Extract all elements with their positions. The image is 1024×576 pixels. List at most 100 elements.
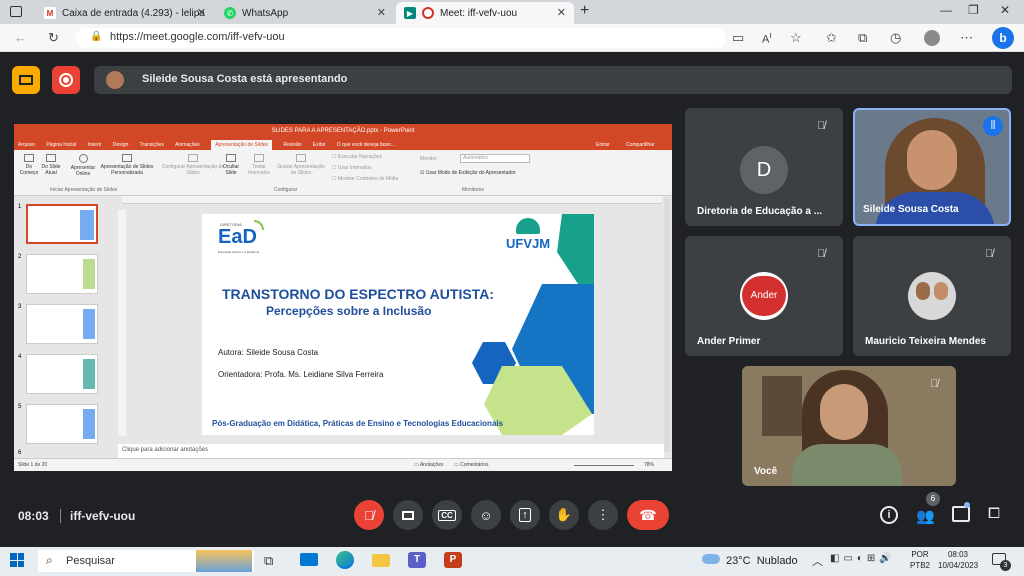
menu-apresentacao[interactable]: Apresentação de Slides: [211, 140, 273, 150]
taskbar-search[interactable]: ⌕ Pesquisar: [38, 550, 254, 572]
rehearse-button[interactable]: Testar Intervalos: [246, 154, 272, 176]
start-icon[interactable]: [10, 553, 24, 567]
url-field[interactable]: 🔒 https://meet.google.com/iff-vefv-uou: [76, 28, 726, 48]
participant-tile-active[interactable]: ⫼ Sileide Sousa Costa: [853, 108, 1011, 226]
menu-transicoes[interactable]: Transições: [140, 142, 164, 148]
reactions-button[interactable]: ☺: [471, 500, 501, 530]
from-current-button[interactable]: Do Slide Atual: [40, 154, 62, 176]
close-icon[interactable]: ✕: [377, 6, 386, 19]
setup-icon: [188, 154, 198, 162]
menu-inserir[interactable]: Inserir: [87, 142, 101, 148]
language-indicator[interactable]: POR PTB2: [910, 549, 930, 571]
notes-pane[interactable]: Clique para adicionar anotações: [118, 444, 664, 458]
bing-icon[interactable]: b: [992, 27, 1014, 49]
menu-design[interactable]: Design: [113, 142, 129, 148]
window-close-icon[interactable]: ✕: [1000, 3, 1010, 17]
minimize-icon[interactable]: —: [940, 3, 952, 17]
tab-meet[interactable]: ▶ Meet: iff-vefv-uou ✕: [396, 2, 574, 24]
slide-thumbnail[interactable]: [26, 204, 98, 244]
show-media-checkbox[interactable]: ☐ Mostrar Controles de Mídia: [332, 176, 398, 182]
profile-avatar[interactable]: [924, 30, 940, 46]
monitor-select[interactable]: Automático: [460, 154, 530, 163]
record-button[interactable]: Gravar Apresentação de Slides: [274, 154, 328, 176]
tray-icons[interactable]: ◧▭◐⊞🔊: [830, 553, 896, 564]
tab-gmail[interactable]: M Caixa de entrada (4.293) - lelipa ✕: [36, 2, 214, 24]
zoom-slider[interactable]: [574, 465, 634, 466]
task-view-icon[interactable]: ⧉: [264, 553, 273, 569]
tray-chevron-icon[interactable]: ︿: [812, 553, 823, 569]
play-narrations-checkbox[interactable]: ☐ Executar Narrações: [332, 154, 382, 160]
tab-actions-icon[interactable]: [10, 6, 22, 17]
participant-tile[interactable]: 🎙̸ Ander Ander Primer: [685, 236, 843, 356]
menu-exibir[interactable]: Exibir: [313, 142, 326, 148]
mic-button[interactable]: 🎙̸: [354, 500, 384, 530]
activities-icon[interactable]: ⧠: [988, 505, 1000, 522]
more-options-button[interactable]: ⋮: [588, 500, 618, 530]
info-icon[interactable]: i: [880, 506, 898, 524]
close-icon[interactable]: ✕: [197, 6, 206, 19]
close-icon[interactable]: ✕: [557, 6, 566, 19]
hide-slide-button[interactable]: Ocultar Slide: [220, 154, 242, 176]
menu-arquivo[interactable]: Arquivo: [18, 142, 35, 148]
ppt-ribbon: Do Começo Do Slide Atual Apresentar Onli…: [14, 150, 672, 196]
weather-text[interactable]: 23°C Nublado: [726, 555, 798, 567]
chat-icon[interactable]: [952, 506, 970, 522]
back-icon[interactable]: ←: [14, 30, 27, 45]
slide-thumbnail[interactable]: [26, 404, 98, 444]
use-timings-checkbox[interactable]: ☐ Usar Intervalos: [332, 165, 372, 171]
clock[interactable]: 08:03 10/04/2023: [938, 549, 978, 571]
leave-call-button[interactable]: ☎: [627, 500, 669, 530]
menu-animacoes[interactable]: Animações: [175, 142, 200, 148]
restore-icon[interactable]: ❐: [968, 3, 979, 17]
hangup-icon: ☎: [639, 506, 657, 523]
ead-caption: Educação Aberta e a Distância: [218, 250, 260, 254]
present-screen-icon: ↑: [519, 508, 531, 522]
new-tab-button[interactable]: +: [580, 2, 589, 20]
captions-button[interactable]: CC: [432, 500, 462, 530]
menu-revisao[interactable]: Revisão: [283, 142, 301, 148]
reload-icon[interactable]: ↻: [48, 30, 59, 46]
presenter-view-checkbox[interactable]: ☑ Usar Modo de Exibição do Apresentador: [420, 170, 516, 176]
tell-me-field[interactable]: O que você deseja fazer...: [337, 142, 395, 148]
enter-link[interactable]: Entrar: [596, 142, 610, 148]
custom-slideshow-button[interactable]: Apresentação de Slides Personalizada: [100, 154, 154, 176]
lock-icon[interactable]: 🔒: [90, 31, 102, 42]
history-icon[interactable]: ◷: [890, 30, 901, 46]
comments-button[interactable]: ▭ Comentários: [454, 462, 488, 468]
mail-app-icon[interactable]: [300, 553, 318, 566]
slide-author: Autora: Sileide Sousa Costa: [218, 348, 319, 357]
edge-app-icon[interactable]: [336, 551, 354, 569]
participant-tile[interactable]: 🎙̸ D Diretoria de Educação a ...: [685, 108, 843, 226]
setup-button[interactable]: Configurar Apresentação de Slides: [160, 154, 226, 176]
present-online-button[interactable]: Apresentar Online: [66, 154, 100, 177]
self-view-tile[interactable]: 🎙̸ Você: [742, 366, 956, 486]
menu-pagina-inicial[interactable]: Página Inicial: [46, 142, 76, 148]
share-link[interactable]: Compartilhar: [626, 142, 655, 148]
collections-icon[interactable]: ⧉: [858, 30, 867, 46]
camera-button[interactable]: [393, 500, 423, 530]
participant-tile[interactable]: 🎙̸ Mauricio Teixeira Mendes: [853, 236, 1011, 356]
tab-whatsapp[interactable]: ✆ WhatsApp ✕: [216, 2, 394, 24]
favorites-icon[interactable]: ✩: [826, 30, 837, 46]
slide-thumbnail[interactable]: [26, 354, 98, 394]
more-icon[interactable]: ⋯: [960, 30, 973, 46]
notes-button[interactable]: ▭ Anotações: [414, 462, 443, 468]
slide-canvas[interactable]: DIRETORIA EaD Educação Aberta e a Distân…: [202, 214, 594, 435]
recording-button[interactable]: [52, 66, 80, 94]
raise-hand-button[interactable]: ✋: [549, 500, 579, 530]
explorer-app-icon[interactable]: [372, 554, 390, 567]
hide-self-view-button[interactable]: [12, 66, 40, 94]
slide-thumbnail[interactable]: [26, 254, 98, 294]
avatar: [908, 272, 956, 320]
from-start-button[interactable]: Do Começo: [18, 154, 40, 176]
scrollbar[interactable]: [664, 198, 670, 452]
present-button[interactable]: ↑: [510, 500, 540, 530]
teams-app-icon[interactable]: T: [408, 552, 426, 568]
camera-icon[interactable]: ▭: [732, 30, 744, 46]
people-icon[interactable]: 👥: [916, 507, 935, 525]
favorite-icon[interactable]: ☆: [790, 30, 802, 46]
ppt-title-bar: SLIDES PARA A APRESENTAÇÃO.pptx - PowerP…: [14, 124, 672, 139]
slide-thumbnail[interactable]: [26, 304, 98, 344]
read-aloud-icon[interactable]: Aı: [762, 30, 772, 46]
powerpoint-app-icon[interactable]: P: [444, 552, 462, 568]
